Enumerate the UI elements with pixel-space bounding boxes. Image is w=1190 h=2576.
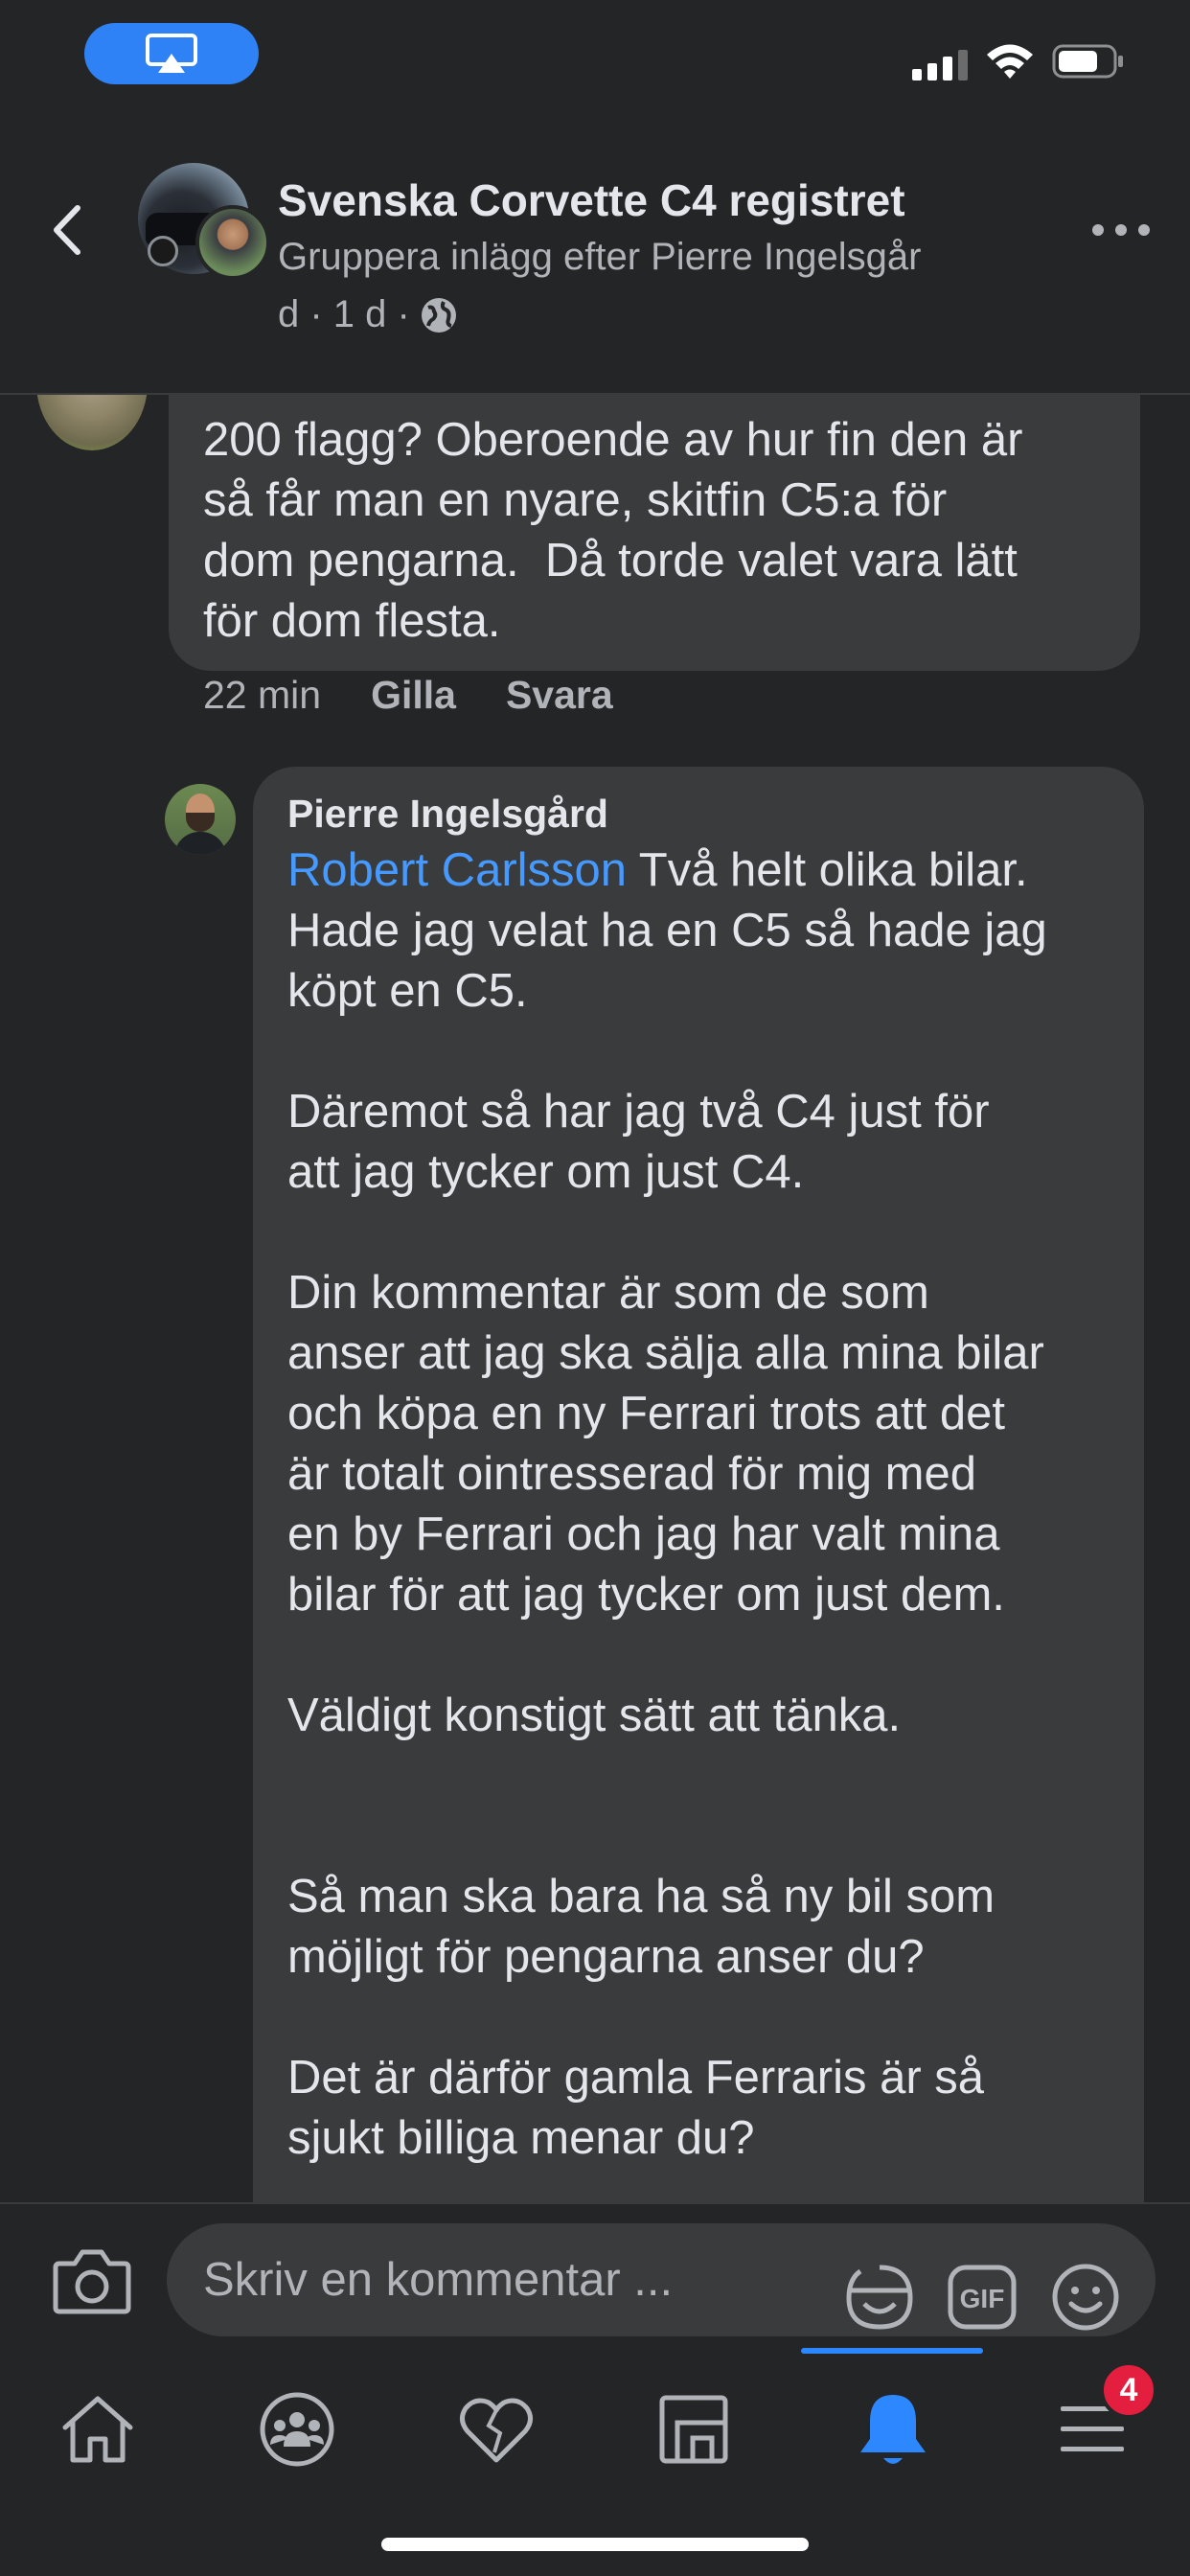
back-arrow-icon [54,205,80,255]
emoji-icon[interactable] [1050,2262,1121,2333]
reply-body: Två helt olika bilar. Hade jag velat ha … [287,844,1047,2164]
signal-icon [912,50,968,80]
back-button[interactable] [38,192,96,268]
reply-text: Robert Carlsson Två helt olika bilar. Ha… [287,840,1110,2169]
post-time: d · 1 d · [278,293,410,335]
sticker-icon[interactable] [843,2262,916,2333]
comment-input-placeholder: Skriv en kommentar ... [203,2254,674,2306]
comments-area: 200 flagg? Oberoende av hur fin den är s… [0,393,1190,2202]
comment-text: 200 flagg? Oberoende av hur fin den är s… [203,414,1023,647]
commenter-avatar[interactable] [36,393,148,450]
camera-icon[interactable] [52,2242,132,2317]
comment-bubble: 200 flagg? Oberoende av hur fin den är s… [169,393,1140,671]
screen: Svenska Corvette C4 registret Gruppera i… [0,0,1190,2576]
tab-menu[interactable] [996,2367,1188,2492]
home-icon [62,2396,133,2463]
reply-bubble: Pierre Ingelsgård Robert Carlsson Två he… [253,767,1144,2202]
groups-icon [260,2392,334,2467]
like-button[interactable]: Gilla [371,673,456,718]
comment-time: 22 min [203,673,322,717]
comment-input[interactable]: Skriv en kommentar ... GIF [167,2223,1156,2336]
tab-home[interactable] [2,2367,194,2492]
globe-icon [421,297,456,333]
wifi-icon [987,44,1033,79]
post-meta: d · 1 d · [278,293,458,336]
comment-composer: Skriv en kommentar ... GIF [0,2202,1190,2350]
author-avatar-small[interactable] [195,205,270,280]
active-tab-indicator [801,2348,983,2354]
tab-groups[interactable] [201,2367,393,2492]
bell-icon [860,2395,926,2464]
reply-author-avatar[interactable] [165,784,236,855]
menu-notification-badge: 4 [1100,2361,1157,2419]
mention-link[interactable]: Robert Carlsson [287,844,627,896]
pages-icon [659,2395,728,2464]
group-title[interactable]: Svenska Corvette C4 registret [278,174,905,226]
more-icon [1092,224,1104,236]
battery-icon [1052,44,1123,79]
airplay-icon [146,34,197,73]
svg-text:GIF: GIF [960,2284,1005,2313]
home-indicator[interactable] [381,2538,809,2551]
tab-notifications[interactable] [797,2367,989,2492]
reply-button[interactable]: Svara [506,673,613,718]
post-subtitle: Gruppera inlägg efter Pierre Ingelsgår [278,236,922,278]
status-bar [0,0,1190,134]
comment-actions: 22 min Gilla Svara [203,673,613,718]
airplay-button[interactable] [84,23,259,84]
tab-dating[interactable] [400,2367,592,2492]
reply-author-name[interactable]: Pierre Ingelsgård [287,792,1110,837]
post-header: Svenska Corvette C4 registret Gruppera i… [0,134,1190,395]
heart-icon [460,2398,533,2463]
more-options-button[interactable] [1092,201,1150,259]
gif-icon[interactable]: GIF [947,2262,1018,2333]
tab-pages[interactable] [598,2367,790,2492]
